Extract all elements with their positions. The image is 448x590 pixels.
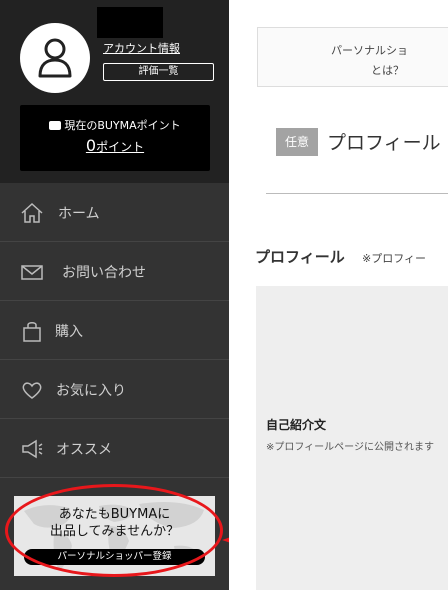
nav-label-purchase: 購入 <box>55 324 83 340</box>
points-value-link[interactable]: 0ポイント <box>20 136 210 155</box>
nav-item-purchase[interactable]: 購入 <box>0 302 229 360</box>
self-intro-note: ※プロフィールページに公開されます <box>266 442 434 453</box>
nav-label-recommend: オススメ <box>56 442 112 458</box>
heart-icon <box>22 382 42 399</box>
coins-icon <box>49 121 62 130</box>
user-icon <box>38 38 72 78</box>
points-box: 現在のBUYMAポイント 0ポイント <box>20 105 210 171</box>
nav-label-favorites: お気に入り <box>56 383 126 399</box>
section-heading: プロフィール <box>327 132 441 154</box>
megaphone-icon <box>22 439 43 459</box>
self-intro-label: 自己紹介文 <box>266 418 327 432</box>
shopping-bag-icon <box>23 322 41 342</box>
profile-section-title: プロフィール <box>255 248 345 266</box>
divider <box>266 193 448 194</box>
avatar[interactable] <box>20 23 90 93</box>
home-icon <box>21 202 43 223</box>
nav-item-contact[interactable]: お問い合わせ <box>0 243 229 301</box>
points-label: 現在のBUYMAポイント <box>20 117 210 133</box>
profile-block: アカウント情報 評価一覧 現在のBUYMAポイント 0ポイント <box>0 0 229 183</box>
personal-shopper-info-card[interactable]: パーソナルショ とは？ <box>257 27 448 87</box>
highlight-ellipse <box>5 484 223 577</box>
info-card-line2: とは？ <box>371 64 404 77</box>
optional-badge: 任意 <box>276 128 318 156</box>
mail-icon <box>21 265 43 280</box>
nav-label-home: ホーム <box>58 206 100 222</box>
sidebar: アカウント情報 評価一覧 現在のBUYMAポイント 0ポイント ホーム お問い合… <box>0 0 229 590</box>
nav-label-contact: お問い合わせ <box>62 265 146 281</box>
username-redacted <box>97 7 163 38</box>
main-content: パーソナルショ とは？ 任意 プロフィール プロフィール ※プロフィー 自己紹介… <box>229 0 448 590</box>
profile-section-note: ※プロフィー <box>362 252 426 265</box>
account-info-link[interactable]: アカウント情報 <box>103 40 180 56</box>
nav-item-home[interactable]: ホーム <box>0 184 229 242</box>
info-card-line1: パーソナルショ <box>331 44 408 57</box>
nav-item-recommend[interactable]: オススメ <box>0 420 229 478</box>
review-list-button[interactable]: 評価一覧 <box>103 63 214 81</box>
nav-item-favorites[interactable]: お気に入り <box>0 361 229 419</box>
